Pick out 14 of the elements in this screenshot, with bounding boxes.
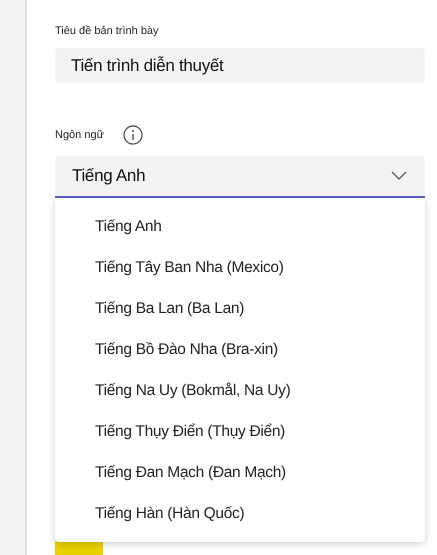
- menu-item[interactable]: Tiếng Na Uy (Bokmål, Na Uy): [55, 370, 425, 412]
- menu-item[interactable]: Tiếng Đan Mạch (Đan Mạch): [55, 452, 425, 494]
- field-label: Tiêu đề bản trình bày: [55, 25, 160, 37]
- menu-item[interactable]: Tiếng Hàn (Hàn Quốc): [55, 493, 425, 534]
- field-label: Ngôn ngữ: [55, 129, 104, 142]
- menu-item[interactable]: Tiếng Ba Lan (Ba Lan): [55, 288, 425, 330]
- menu-item[interactable]: Tiếng Thụy Điển (Thụy Điển): [55, 411, 425, 452]
- title-field[interactable]: Tiến trình diễn thuyết: [55, 48, 425, 84]
- menu-item[interactable]: Tiếng Tây Ban Nha (Mexico): [55, 247, 425, 288]
- info-icon[interactable]: [122, 125, 143, 146]
- language-dropdown[interactable]: Tiếng Anh: [55, 156, 425, 198]
- chevron-icon: [391, 171, 407, 182]
- menu-item[interactable]: Tiếng Anh: [55, 206, 425, 248]
- menu-item[interactable]: Tiếng Bồ Đào Nha (Bra-xin): [55, 329, 425, 370]
